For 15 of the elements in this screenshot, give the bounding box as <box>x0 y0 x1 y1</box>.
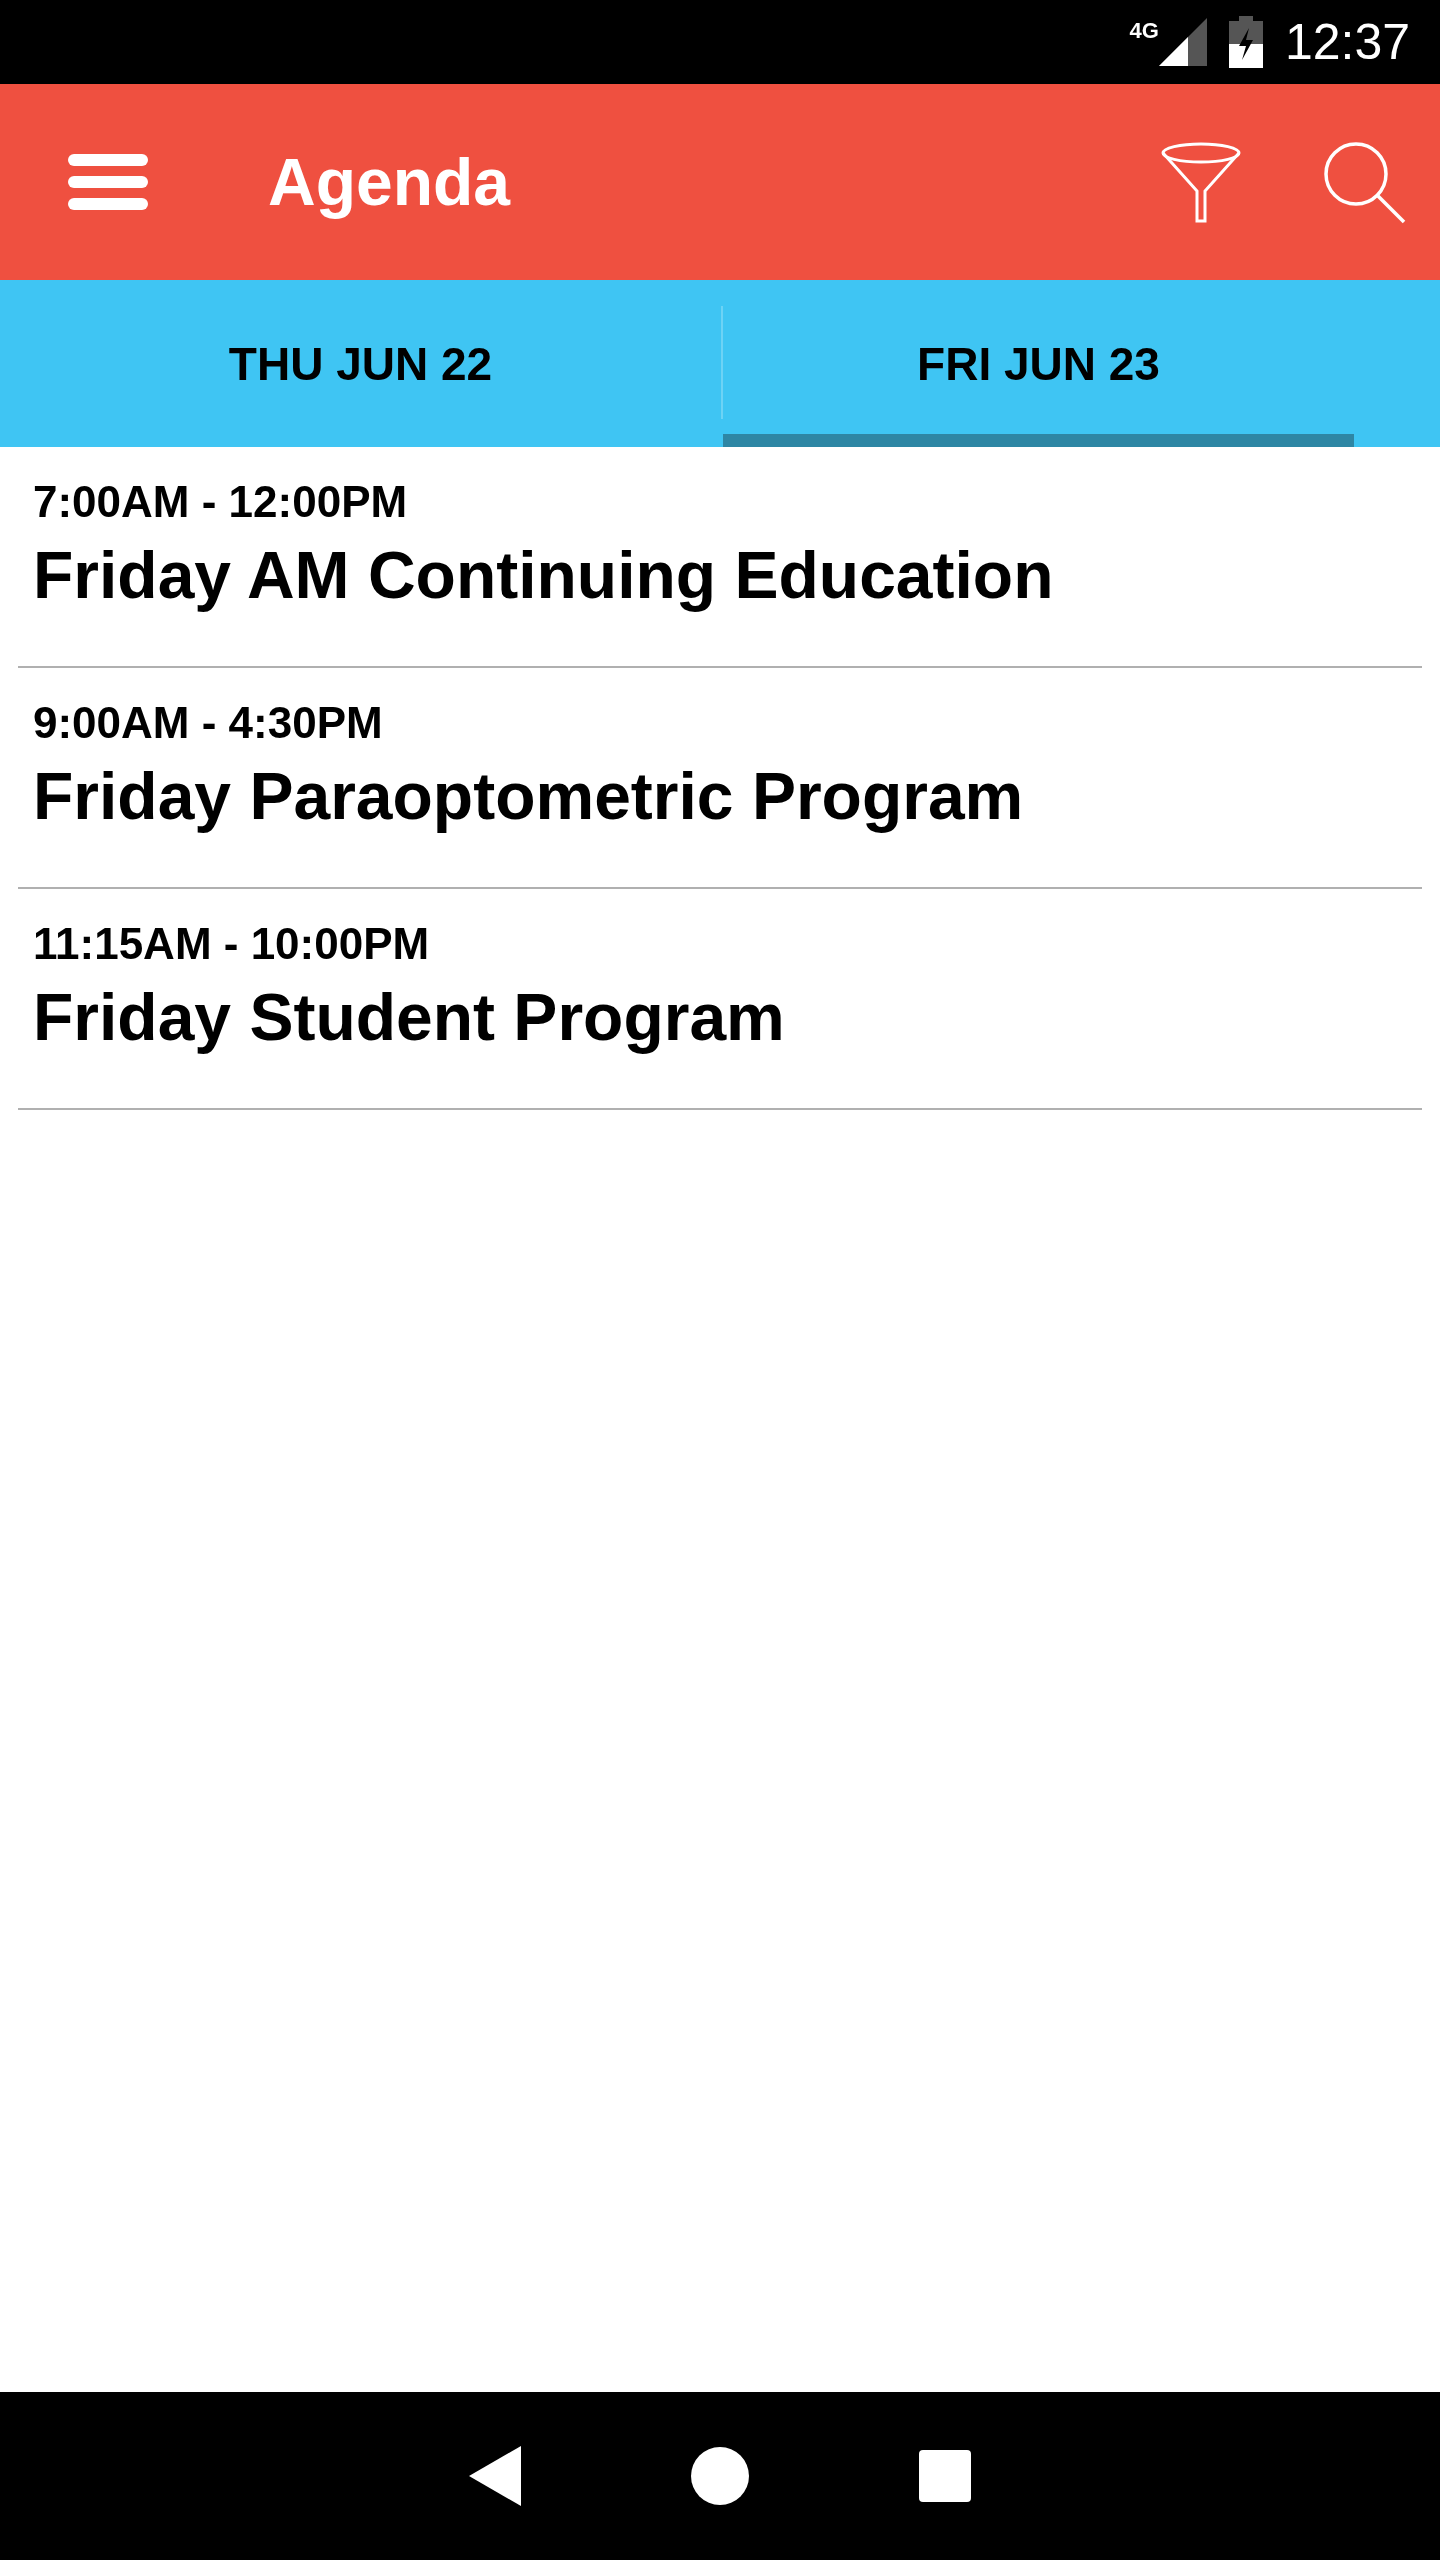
session-title[interactable]: Friday Paraoptometric Program <box>33 758 1407 834</box>
clock: 12:37 <box>1284 17 1410 67</box>
network-type: 4G <box>1129 20 1159 42</box>
session-title[interactable]: Friday AM Continuing Education <box>33 537 1407 613</box>
day-tab[interactable]: THU JUN 22 <box>0 280 721 447</box>
back-icon[interactable] <box>469 2446 521 2506</box>
home-icon[interactable] <box>691 2447 749 2505</box>
session-time: 11:15AM - 10:00PM <box>33 919 431 969</box>
signal-icon <box>1158 18 1207 66</box>
session-time: 7:00AM - 12:00PM <box>33 477 409 527</box>
day-tab[interactable]: FRI JUN 23 <box>723 280 1354 447</box>
session-title[interactable]: Friday Student Program <box>33 979 1407 1055</box>
session-time: 9:00AM - 4:30PM <box>33 698 384 748</box>
app-title: Agenda <box>268 144 512 220</box>
battery-icon <box>1228 16 1263 68</box>
